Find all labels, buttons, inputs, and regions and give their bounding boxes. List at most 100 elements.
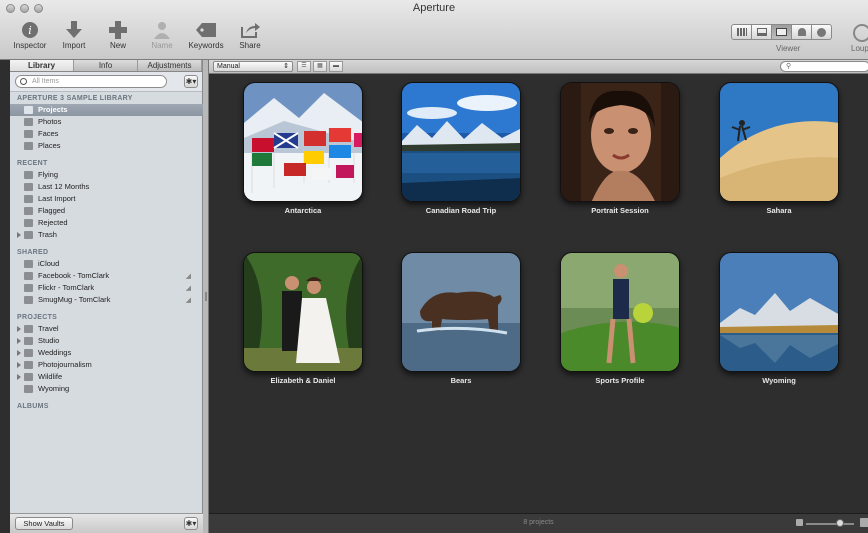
name-button[interactable]: Name [144, 20, 180, 50]
project-thumbnail[interactable] [719, 82, 839, 202]
person-icon [151, 20, 173, 40]
tab-library[interactable]: Library [10, 60, 74, 71]
disclosure-triangle-icon[interactable] [17, 362, 21, 368]
inspector-button[interactable]: i Inspector [12, 20, 48, 50]
keywords-button[interactable]: Keywords [188, 20, 224, 50]
sidebar-item-label: Wildlife [38, 372, 63, 381]
share-button[interactable]: Share [232, 20, 268, 50]
project-thumbnail[interactable] [719, 252, 839, 372]
faces-view-button[interactable] [791, 24, 812, 40]
browser-view-button[interactable] [731, 24, 752, 40]
x-icon [24, 219, 33, 227]
sidebar-item-faces[interactable]: Faces [10, 128, 203, 140]
places-view-button[interactable] [811, 24, 832, 40]
project-tile[interactable]: Sahara [719, 82, 839, 215]
trash-icon [24, 231, 33, 239]
sidebar-item-weddings[interactable]: Weddings [10, 347, 203, 359]
filmstrip-view-button[interactable]: ▦ [313, 61, 327, 72]
split-view-button[interactable] [751, 24, 772, 40]
project-icon [24, 385, 33, 393]
project-title: Portrait Session [591, 206, 649, 215]
project-tile[interactable]: Elizabeth & Daniel [243, 252, 363, 385]
folder-view-button[interactable]: ▬ [329, 61, 343, 72]
vault-action-button[interactable]: ✱▾ [184, 517, 198, 530]
new-label: New [109, 41, 126, 50]
sidebar-item-photos[interactable]: Photos [10, 116, 203, 128]
library-action-button[interactable]: ✱▾ [184, 75, 198, 88]
tab-adjustments[interactable]: Adjustments [138, 60, 202, 71]
project-thumbnail[interactable] [401, 252, 521, 372]
section-header: RECENT [17, 160, 48, 167]
viewer-button[interactable] [771, 24, 792, 40]
disclosure-triangle-icon[interactable] [17, 374, 21, 380]
folder-icon [24, 361, 33, 369]
sidebar-item-projects[interactable]: Projects [10, 104, 203, 116]
svg-text:i: i [28, 24, 32, 37]
browser-status-bar: 8 projects [209, 513, 868, 533]
grid-icon [736, 28, 747, 36]
folder-icon [24, 325, 33, 333]
sidebar-item-facebook-tomclark[interactable]: Facebook - TomClark ◢ [10, 270, 203, 282]
sidebar-item-flagged[interactable]: Flagged [10, 205, 203, 217]
sidebar-item-last-import[interactable]: Last Import [10, 193, 203, 205]
project-thumbnail[interactable] [243, 252, 363, 372]
project-tile[interactable]: Sports Profile [560, 252, 680, 385]
sort-select[interactable]: Manual ⇕ [213, 61, 293, 72]
project-thumbnail[interactable] [560, 252, 680, 372]
tab-info[interactable]: Info [74, 60, 138, 71]
project-tile[interactable]: Antarctica [243, 82, 363, 215]
project-title: Sports Profile [595, 376, 645, 385]
sidebar-item-places[interactable]: Places [10, 140, 203, 152]
disclosure-triangle-icon[interactable] [17, 350, 21, 356]
import-arrow-icon [63, 20, 85, 40]
sidebar-item-smugmug-tomclark[interactable]: SmugMug - TomClark ◢ [10, 294, 203, 306]
split-view-icon [756, 28, 767, 36]
sidebar-item-label: Wyoming [38, 384, 70, 393]
project-tile[interactable]: Bears [401, 252, 521, 385]
browser-toolbar: Manual ⇕ ☰ ▦ ▬ ⚲ [209, 60, 868, 74]
project-tile[interactable]: Canadian Road Trip [401, 82, 521, 215]
sidebar-item-label: Projects [38, 105, 68, 114]
disclosure-triangle-icon[interactable] [17, 232, 21, 238]
sidebar-item-studio[interactable]: Studio [10, 335, 203, 347]
show-vaults-button[interactable]: Show Vaults [15, 517, 73, 530]
section-header: SHARED [17, 249, 49, 256]
sidebar-item-label: Photojournalism [38, 360, 92, 369]
sidebar-item-label: Places [38, 141, 61, 150]
sidebar-item-trash[interactable]: Trash [10, 229, 203, 241]
disclosure-triangle-icon[interactable] [17, 338, 21, 344]
browser-search-input[interactable]: ⚲ [780, 61, 868, 72]
project-thumbnail[interactable] [401, 82, 521, 202]
sidebar-item-rejected[interactable]: Rejected [10, 217, 203, 229]
sidebar-item-flying[interactable]: Flying [10, 169, 203, 181]
project-tile[interactable]: Wyoming [719, 252, 839, 385]
sidebar-item-flickr-tomclark[interactable]: Flickr - TomClark ◢ [10, 282, 203, 294]
sidebar-item-label: Weddings [38, 348, 72, 357]
list-view-button[interactable]: ☰ [297, 61, 311, 72]
library-search-input[interactable]: All Items [15, 75, 167, 88]
library-inspector: Library Info Adjustments All Items ✱▾ AP… [10, 60, 203, 533]
thumbnail-size-slider[interactable] [806, 519, 854, 527]
faces-view-icon [797, 28, 806, 36]
sidebar-item-wyoming[interactable]: Wyoming [10, 383, 203, 395]
import-button[interactable]: Import [56, 20, 92, 50]
facebook-icon [24, 272, 33, 280]
projects-icon [24, 106, 33, 114]
project-count: 8 projects [523, 519, 554, 526]
disclosure-triangle-icon[interactable] [17, 326, 21, 332]
sidebar-item-last-12-months[interactable]: Last 12 Months [10, 181, 203, 193]
loupe-icon[interactable] [853, 24, 868, 42]
sidebar-item-travel[interactable]: Travel [10, 323, 203, 335]
project-thumbnail[interactable] [560, 82, 680, 202]
sidebar-item-wildlife[interactable]: Wildlife [10, 371, 203, 383]
project-tile[interactable]: Portrait Session [560, 82, 680, 215]
slider-knob[interactable] [836, 519, 844, 527]
sidebar-item-photojournalism[interactable]: Photojournalism [10, 359, 203, 371]
project-thumbnail[interactable] [243, 82, 363, 202]
sidebar-item-icloud[interactable]: iCloud [10, 258, 203, 270]
folder-icon: ▬ [333, 63, 339, 69]
sidebar-item-label: Photos [38, 117, 62, 126]
sidebar-item-label: Facebook - TomClark [38, 271, 110, 280]
new-button[interactable]: New [100, 20, 136, 50]
sidebar-item-label: Flickr - TomClark [38, 283, 95, 292]
